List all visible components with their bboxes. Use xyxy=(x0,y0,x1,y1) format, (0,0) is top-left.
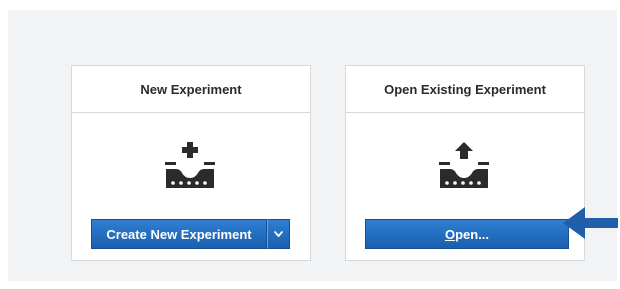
new-experiment-card: New Experiment Create New Experiment xyxy=(71,65,311,261)
add-experiment-icon xyxy=(165,142,215,188)
start-panel: New Experiment Create New Experiment Ope… xyxy=(8,10,617,281)
create-new-experiment-button[interactable]: Create New Experiment xyxy=(91,219,267,249)
open-button[interactable]: Open... xyxy=(365,219,569,249)
create-options-dropdown[interactable] xyxy=(267,219,290,249)
open-button-mnemonic: O xyxy=(444,226,456,242)
arrow-left-icon xyxy=(563,207,618,239)
upload-experiment-icon xyxy=(439,142,489,188)
new-experiment-title: New Experiment xyxy=(72,66,310,113)
open-button-label: pen... xyxy=(455,226,490,242)
open-existing-card: Open Existing Experiment Open... xyxy=(345,65,585,261)
chevron-down-icon xyxy=(273,229,284,240)
open-existing-title: Open Existing Experiment xyxy=(346,66,584,113)
